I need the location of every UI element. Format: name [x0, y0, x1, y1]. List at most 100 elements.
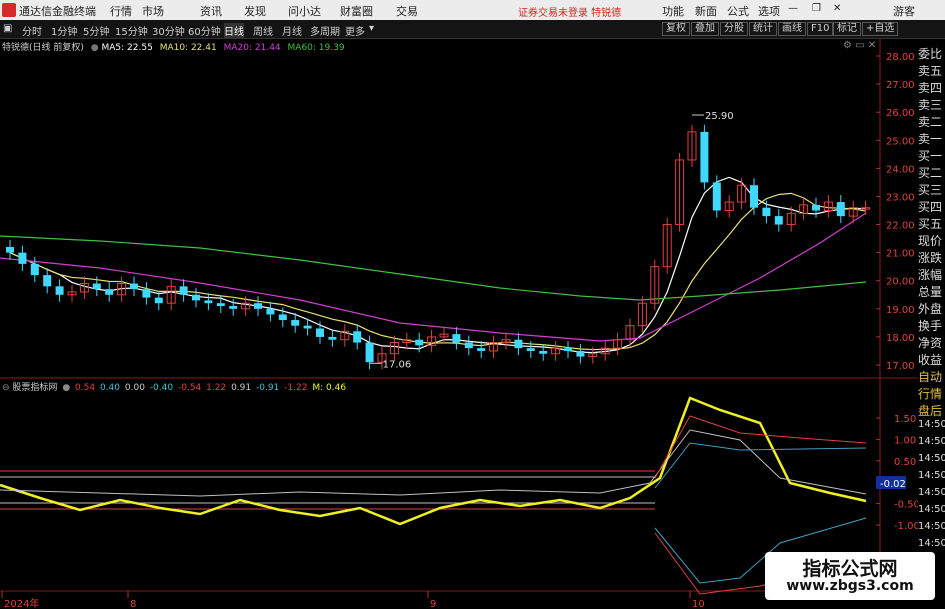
price-tick-label: 20.00: [886, 277, 915, 288]
adjust-button[interactable]: 复权: [662, 22, 690, 36]
candle-body: [6, 247, 14, 253]
period-tab-intraday[interactable]: 分时: [22, 23, 42, 38]
sidebar-item[interactable]: 买四: [918, 198, 944, 215]
time-tick-label: 10: [692, 599, 705, 609]
period-tab-1min[interactable]: 1分钟: [51, 23, 77, 38]
menu-news[interactable]: 资讯: [200, 3, 222, 19]
sidebar-item[interactable]: 14:50: [918, 453, 945, 464]
sidebar-item[interactable]: 卖一: [918, 130, 944, 147]
time-tick-label: 8: [130, 599, 136, 609]
sidebar-item[interactable]: 涨跌: [918, 249, 944, 266]
sidebar-item[interactable]: 卖二: [918, 113, 944, 130]
sidebar-item[interactable]: 买五: [918, 215, 944, 232]
candle-body: [576, 350, 585, 357]
price-tick-label: 18.00: [886, 333, 915, 344]
period-tab-more[interactable]: 更多: [345, 23, 365, 38]
sidebar-item[interactable]: 买一: [918, 147, 944, 164]
period-tab-weekly[interactable]: 周线: [253, 23, 273, 38]
sidebar-item[interactable]: 委比: [918, 45, 944, 62]
candle-body: [836, 202, 845, 217]
watermark-url: www.zbgs3.com: [786, 578, 914, 594]
sidebar-item[interactable]: 卖四: [918, 79, 944, 96]
indicator-cyan-upper-line: [654, 442, 867, 489]
sidebar-item[interactable]: 14:50: [918, 419, 945, 430]
candle-body: [278, 314, 287, 321]
menu-formula[interactable]: 公式: [727, 3, 749, 19]
period-tab-multi[interactable]: 多周期: [310, 23, 340, 38]
kline-chart[interactable]: 28.00 27.00 26.00 25.00 24.00 23.00 22.00 21.00…: [0, 38, 918, 609]
menu-market[interactable]: 市场: [142, 3, 164, 19]
sidebar-item[interactable]: 自动: [918, 368, 944, 385]
indicator-tick-label: 0.50: [894, 457, 916, 468]
period-tab-15min[interactable]: 15分钟: [115, 23, 148, 38]
menu-new-page[interactable]: 新面: [695, 3, 717, 19]
menu-discover[interactable]: 发现: [244, 3, 266, 19]
app-title: 通达信金融终端: [19, 5, 96, 18]
sidebar-item[interactable]: 卖五: [918, 62, 944, 79]
overlay-button[interactable]: 叠加: [691, 22, 719, 36]
sidebar-item[interactable]: 14:50: [918, 538, 945, 549]
price-tick-label: 22.00: [886, 221, 915, 232]
menu-ask[interactable]: 问小达: [288, 3, 321, 19]
sidebar-item[interactable]: 卖三: [918, 96, 944, 113]
sidebar-item[interactable]: 买三: [918, 181, 944, 198]
sidebar-item[interactable]: 换手: [918, 317, 944, 334]
menu-function[interactable]: 功能: [662, 3, 684, 19]
split-button[interactable]: 分股: [720, 22, 748, 36]
period-tab-5min[interactable]: 5分钟: [83, 23, 109, 38]
period-tab-60min[interactable]: 60分钟: [188, 23, 221, 38]
menu-trade[interactable]: 交易: [396, 3, 418, 19]
login-notice[interactable]: 证券交易未登录 特锐德: [518, 4, 621, 19]
sidebar-item[interactable]: 净资: [918, 334, 944, 351]
sidebar-item[interactable]: 涨幅: [918, 266, 944, 283]
menu-market-quotes[interactable]: 行情: [110, 3, 132, 19]
draw-button[interactable]: 画线: [778, 22, 806, 36]
price-tick-label: 28.00: [886, 52, 915, 63]
sidebar-item[interactable]: 收益: [918, 351, 944, 368]
sidebar-item[interactable]: 总量: [918, 283, 944, 300]
candle-body: [303, 325, 312, 329]
sidebar-item[interactable]: 外盘: [918, 300, 944, 317]
sidebar-item[interactable]: 现价: [918, 232, 944, 249]
period-tab-30min[interactable]: 30分钟: [152, 23, 185, 38]
high-annotation: 25.90: [705, 111, 734, 122]
sidebar-item[interactable]: 14:50: [918, 487, 945, 498]
close-button[interactable]: ✕: [833, 3, 841, 14]
indicator-tick-label: -1.00: [894, 521, 918, 532]
candle-body: [18, 252, 27, 264]
sidebar-item[interactable]: 买二: [918, 164, 944, 181]
minimize-button[interactable]: —: [788, 3, 798, 14]
candle-body: [464, 342, 473, 349]
watermark-title: 指标公式网: [802, 558, 898, 580]
price-tick-label: 27.00: [886, 80, 915, 91]
candle-body: [105, 289, 114, 295]
candle-body: [142, 289, 151, 298]
period-tab-daily[interactable]: 日线: [224, 23, 244, 38]
candle-body: [750, 185, 758, 208]
candle-body: [30, 263, 39, 276]
price-tick-label: 24.00: [886, 164, 915, 175]
guest-login[interactable]: 游客: [893, 3, 915, 19]
period-tab-monthly[interactable]: 月线: [282, 23, 302, 38]
quote-sidebar: 委比 卖五 卖四 卖三 卖二 卖一 买一 买二 买三 买四 买五 现价 涨跌 涨幅 总量 外盘 换手 净资 收益 自动…: [918, 45, 945, 605]
sidebar-item[interactable]: 盘后: [918, 402, 944, 419]
toolbar-stock-icon[interactable]: ▣: [3, 23, 12, 34]
menu-options[interactable]: 选项: [758, 3, 780, 19]
sidebar-item[interactable]: 14:50: [918, 521, 945, 532]
restore-button[interactable]: ❐: [812, 3, 821, 14]
title-bar: 通达信金融终端 行情 市场 资讯 发现 问小达 财富圈 交易 证券交易未登录 特…: [0, 0, 945, 20]
sidebar-item[interactable]: 行情: [918, 385, 944, 402]
f10-button[interactable]: F10: [807, 22, 834, 36]
candle-body: [179, 286, 188, 295]
chevron-down-icon[interactable]: ▾: [369, 23, 374, 34]
stats-button[interactable]: 统计: [749, 22, 777, 36]
sidebar-item[interactable]: 14:50: [918, 504, 945, 515]
mark-button[interactable]: 标记: [833, 22, 861, 36]
sidebar-item[interactable]: 14:50: [918, 470, 945, 481]
add-watchlist-button[interactable]: +自选: [862, 22, 899, 36]
candle-body: [204, 300, 213, 304]
candle-body: [762, 207, 771, 217]
candle-body: [452, 334, 461, 343]
sidebar-item[interactable]: 14:50: [918, 436, 945, 447]
menu-wealth-circle[interactable]: 财富圈: [340, 3, 373, 19]
